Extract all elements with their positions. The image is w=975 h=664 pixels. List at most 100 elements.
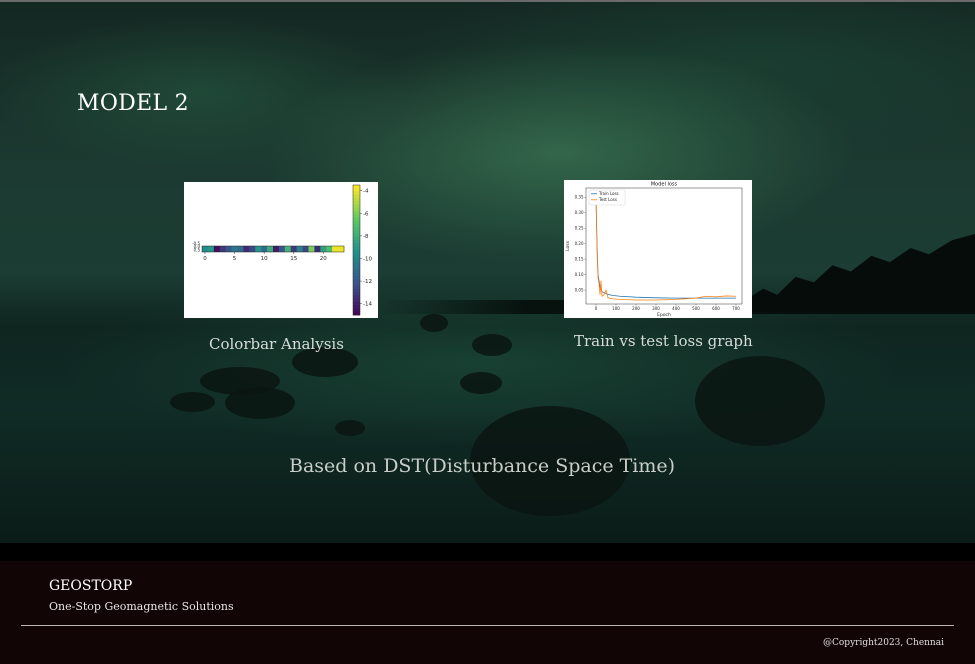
colorbar-caption: Colorbar Analysis [209,335,344,353]
plot-frame [585,187,743,305]
colorbar-tick-label: -10 [363,256,372,262]
colorbar-segment [353,201,360,205]
legend-label: Train Loss [598,191,619,196]
colorbar-segment [353,266,360,270]
colorbar-segment [353,253,360,257]
heatmap-cell [267,246,274,252]
colorbar-segment [353,204,360,209]
colorbar-segment [353,246,360,251]
legend-label: Test Loss [598,197,617,202]
heatmap-cell [202,246,209,252]
heatmap-cell [296,246,303,252]
colorbar-segment [353,227,360,231]
x-tick-label: 20 [320,256,327,262]
colorbar-segment [353,279,360,283]
rock [170,392,215,412]
colorbar-segment [353,237,360,241]
heatmap-cell [249,246,256,252]
loss-chart: Model loss 0 100 200 300 400 500 600 700 0.05 0.10… [565,182,743,318]
chart-title: Model loss [651,182,678,188]
colorbar-segment [353,269,360,274]
colorbar-tick-label: -14 [363,302,372,308]
y-tick-label: 0.15 [575,257,584,262]
rock [335,420,365,436]
colorbar-segment [353,308,360,313]
colorbar-segment [353,305,360,309]
colorbar-segment [353,214,360,218]
y-tick-label: 0.25 [575,226,584,231]
y-tick-label: 0.30 [575,210,584,215]
heatmap-cell [237,246,244,252]
colorbar-segment [353,250,360,254]
colorbar-segment [353,302,360,306]
x-tick-label: 300 [652,306,660,311]
heatmap-cell [213,246,221,252]
x-tick-label: 200 [632,306,640,311]
rock [695,356,825,446]
colorbar-tick-label: -6 [363,211,369,217]
x-tick-label: 700 [732,306,740,311]
colorbar-segment [353,285,360,290]
heatmap-cell [338,246,345,252]
colorbar-segment [353,289,360,293]
heatmap-cell [261,246,268,252]
colorbar-segment [353,298,360,303]
rock [200,367,280,395]
colorbar-segment [353,220,360,225]
heatmap-chart: 0 5 10 15 20-0.50.00.5-4-6-8-10-12-14 [192,184,372,316]
colorbar-tick-label: -4 [363,189,369,195]
x-axis-label: Epoch [657,312,671,318]
rock [420,314,448,332]
heatmap-cell [332,246,339,252]
footer-brand: GEOSTORP [49,578,133,594]
colorbar-segment [353,256,360,261]
treeline [745,234,975,312]
heatmap-cell [231,246,238,252]
heatmap-cell [320,246,327,252]
footer-divider [21,625,954,626]
colorbar-segment [353,185,360,189]
heatmap-cell [243,246,250,252]
chart-legend: Train LossTest Loss [588,189,626,206]
colorbar-segment [353,240,360,244]
heatmap-cell [219,246,226,252]
colorbar-segment [353,191,360,196]
colorbar-tick-label: -12 [363,279,372,285]
heatmap-cell [225,246,232,252]
heatmap-cell [290,246,297,252]
colorbar-segment [353,211,360,215]
colorbar-segment [353,295,360,300]
heatmap-cell [308,246,315,252]
colorbar-segment [353,217,360,222]
x-tick-label: 0 [203,256,207,262]
hero-background: MODEL 2 0 5 10 15 20 -0.5 0.0 0.5 -4 -6 -8 -10 -12 -1… [0,0,975,543]
colorbar-segment [353,292,360,296]
footer: GEOSTORP One-Stop Geomagnetic Solutions … [0,543,975,664]
heatmap-cell [207,246,215,252]
y-tick-label: 0.20 [575,241,584,246]
heatmap-cell [302,246,309,252]
heatmap-cell [284,246,292,252]
colorbar-tick-label: -8 [363,234,369,240]
x-tick-label: 15 [290,256,297,262]
colorbar-segment [353,233,360,238]
colorbar-segment [353,224,360,228]
heatmap-cell [255,246,262,252]
heatmap-cell [273,246,280,252]
heatmap-cell [326,246,333,252]
colorbar-segment [353,243,360,248]
heatmap-cell [278,246,286,252]
rock [472,334,512,356]
y-tick-label: 0.5 [194,247,201,252]
x-tick-label: 500 [692,306,700,311]
colorbar-segment [353,188,360,192]
x-tick-label: 100 [612,306,620,311]
x-tick-label: 600 [712,306,720,311]
x-tick-label: 10 [261,256,268,262]
colorbar-segment [353,282,360,287]
loss-figure: Model loss 0 100 200 300 400 500 600 700 0.05 0.10… [564,180,752,318]
colorbar-segment [353,276,360,280]
colorbar-segment [353,272,360,277]
heatmap-cell [314,246,321,252]
footer-tagline: One-Stop Geomagnetic Solutions [49,600,234,613]
